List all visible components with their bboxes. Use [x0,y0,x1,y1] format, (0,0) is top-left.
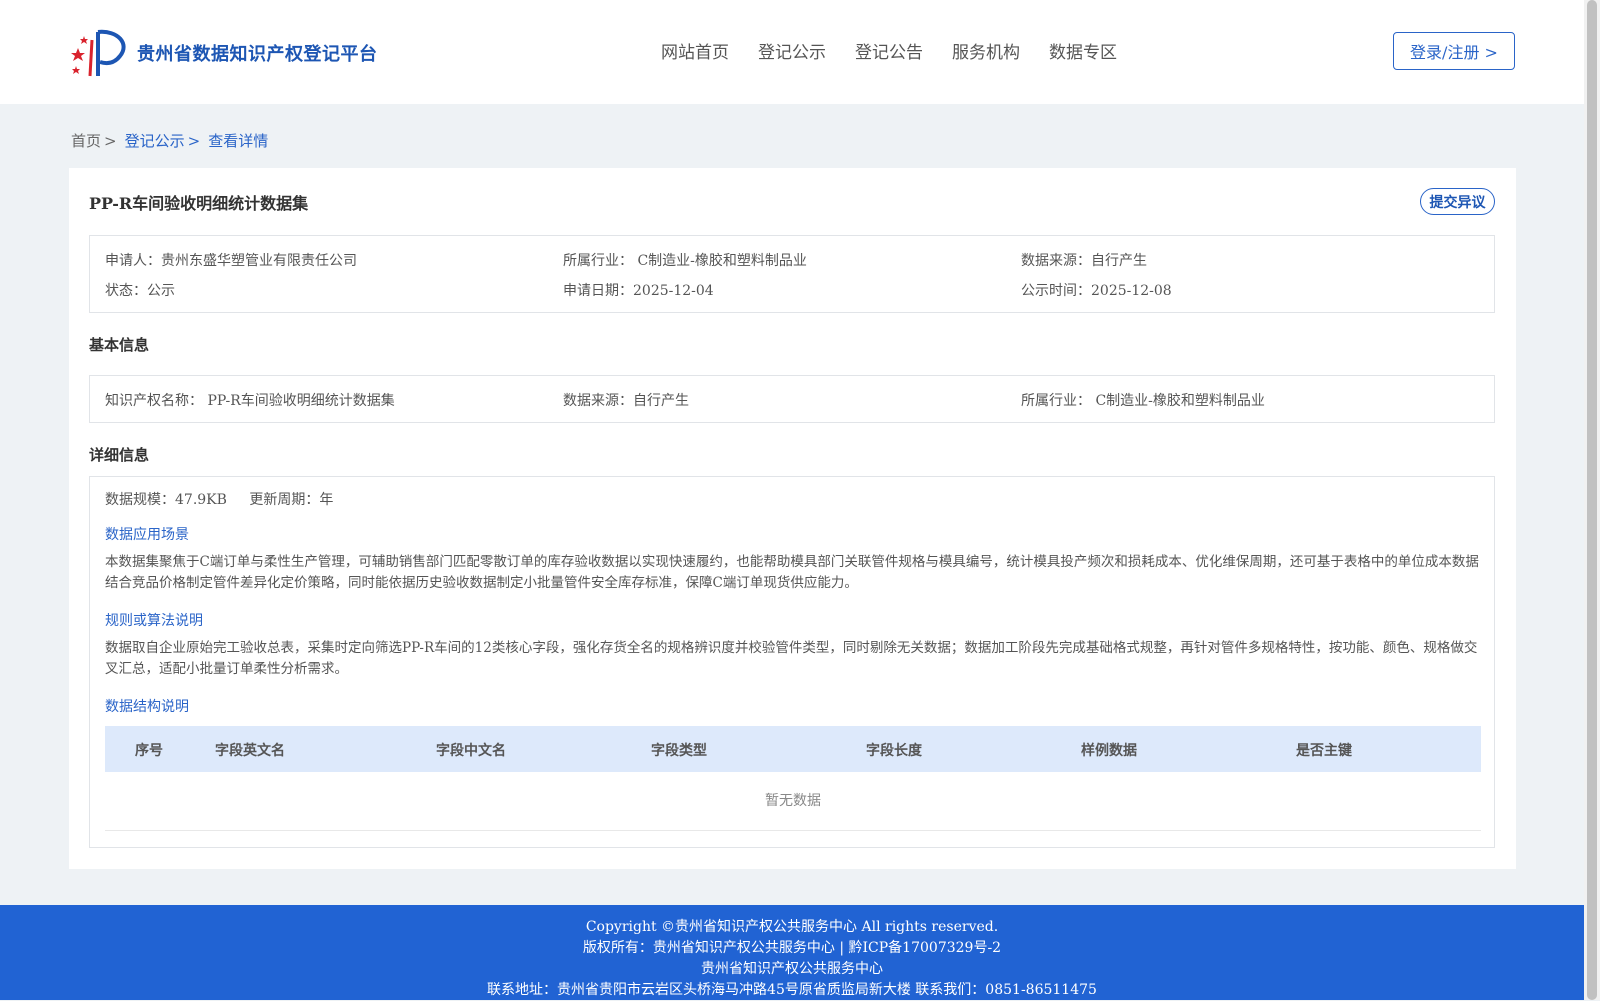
nav-data-zone[interactable]: 数据专区 [1049,38,1117,63]
submit-objection-button[interactable]: 提交异议 [1420,188,1495,215]
breadcrumb-registration-publicity[interactable]: 登记公示 [125,132,185,150]
structure-heading: 数据结构说明 [105,699,189,715]
industry-value: C制造业-橡胶和塑料制品业 [637,253,807,269]
publish-date-value: 2025-12-08 [1091,283,1172,299]
page-title: PP-R车间验收明细统计数据集 [89,194,309,213]
basic-source-label: 数据来源： [563,393,633,409]
nav-home[interactable]: 网站首页 [661,38,729,63]
breadcrumb-separator: > [104,132,117,150]
ip-name-value: PP-R车间验收明细统计数据集 [207,393,395,409]
basic-industry-field: 所属行业： C制造业-橡胶和塑料制品业 [1021,390,1265,410]
nav-registration-announcement[interactable]: 登记公告 [855,38,923,63]
basic-info-heading: 基本信息 [89,336,150,354]
site-header: 贵州省数据知识产权登记平台 网站首页 登记公示 登记公告 服务机构 数据专区 登… [0,0,1584,104]
cycle-value: 年 [319,492,334,508]
detail-info-heading: 详细信息 [89,446,150,464]
basic-source-field: 数据来源：自行产生 [563,390,689,410]
breadcrumb-separator: > [187,132,201,150]
apply-date-value: 2025-12-04 [633,283,714,299]
basic-source-value: 自行产生 [633,393,689,409]
main-nav: 网站首页 登记公示 登记公告 服务机构 数据专区 [661,38,1146,63]
col-field-type: 字段类型 [651,743,707,759]
footer-rights: 版权所有：贵州省知识产权公共服务中心 | 黔ICP备17007329号-2 [582,940,1002,956]
applicant-label: 申请人： [105,253,161,269]
site-footer: Copyright ©贵州省知识产权公共服务中心 All rights rese… [0,905,1584,1000]
source-field: 数据来源：自行产生 [1021,250,1147,270]
nav-registration-publicity[interactable]: 登记公示 [758,38,826,63]
site-title[interactable]: 贵州省数据知识产权登记平台 [137,40,378,66]
detail-info-box: 数据规模：47.9KB 更新周期：年 数据应用场景 本数据集聚焦于C端订单与柔性… [89,476,1495,848]
scenario-heading: 数据应用场景 [105,527,189,543]
structure-table-header: 序号 字段英文名 字段中文名 字段类型 字段长度 样例数据 是否主键 [105,726,1481,772]
table-empty-state: 暂无数据 [105,772,1481,831]
basic-industry-label: 所属行业： [1021,393,1091,409]
breadcrumb-current: 查看详情 [208,132,269,150]
scale-row: 数据规模：47.9KB 更新周期：年 [105,489,333,509]
apply-date-label: 申请日期： [563,283,633,299]
logo-icon[interactable] [70,26,130,80]
rules-text: 数据取自企业原始完工验收总表，采集时定向筛选PP-R车间的12类核心字段，强化存… [105,640,1478,677]
ip-name-label: 知识产权名称： [105,393,203,409]
publish-date-label: 公示时间： [1021,283,1091,299]
scale-label: 数据规模： [105,492,175,508]
status-field: 状态：公示 [105,280,175,300]
applicant-value: 贵州东盛华塑管业有限责任公司 [161,253,357,269]
rules-heading: 规则或算法说明 [105,613,203,629]
col-chinese-name: 字段中文名 [436,743,506,759]
nav-service-agencies[interactable]: 服务机构 [952,38,1020,63]
source-label: 数据来源： [1021,253,1091,269]
summary-box: 申请人：贵州东盛华塑管业有限责任公司 所属行业： C制造业-橡胶和塑料制品业 数… [89,235,1495,313]
breadcrumb-home[interactable]: 首页 [71,132,101,150]
col-primary-key: 是否主键 [1296,743,1352,759]
breadcrumb: 首页 > 登记公示 > 查看详情 [71,130,268,151]
cycle-label: 更新周期： [249,492,320,508]
status-value: 公示 [147,283,175,299]
industry-field: 所属行业： C制造业-橡胶和塑料制品业 [563,250,807,270]
footer-organization: 贵州省知识产权公共服务中心 [701,961,883,977]
footer-copyright: Copyright ©贵州省知识产权公共服务中心 All rights rese… [585,919,999,935]
footer-contact: 联系地址：贵州省贵阳市云岩区头桥海马冲路45号原省质监局新大楼 联系我们：085… [487,982,1097,998]
col-index: 序号 [135,743,163,759]
industry-label: 所属行业： [563,253,633,269]
scenario-text: 本数据集聚焦于C端订单与柔性生产管理，可辅助销售部门匹配零散订单的库存验收数据以… [105,554,1479,591]
page-scrollbar[interactable] [1584,0,1600,1000]
scrollbar-thumb[interactable] [1587,0,1597,1000]
applicant-field: 申请人：贵州东盛华塑管业有限责任公司 [105,250,357,270]
col-sample-data: 样例数据 [1081,743,1137,759]
ip-name-field: 知识产权名称： PP-R车间验收明细统计数据集 [105,390,395,410]
source-value: 自行产生 [1091,253,1147,269]
apply-date-field: 申请日期：2025-12-04 [563,280,714,300]
scale-value: 47.9KB [175,492,227,508]
col-field-length: 字段长度 [866,743,922,759]
col-english-name: 字段英文名 [215,743,285,759]
detail-card: PP-R车间验收明细统计数据集 提交异议 申请人：贵州东盛华塑管业有限责任公司 … [69,168,1516,869]
login-register-button[interactable]: 登录/注册 > [1393,32,1515,70]
basic-info-box: 知识产权名称： PP-R车间验收明细统计数据集 数据来源：自行产生 所属行业： … [89,375,1495,423]
basic-industry-value: C制造业-橡胶和塑料制品业 [1095,393,1265,409]
status-label: 状态： [105,283,147,299]
publish-date-field: 公示时间：2025-12-08 [1021,280,1172,300]
